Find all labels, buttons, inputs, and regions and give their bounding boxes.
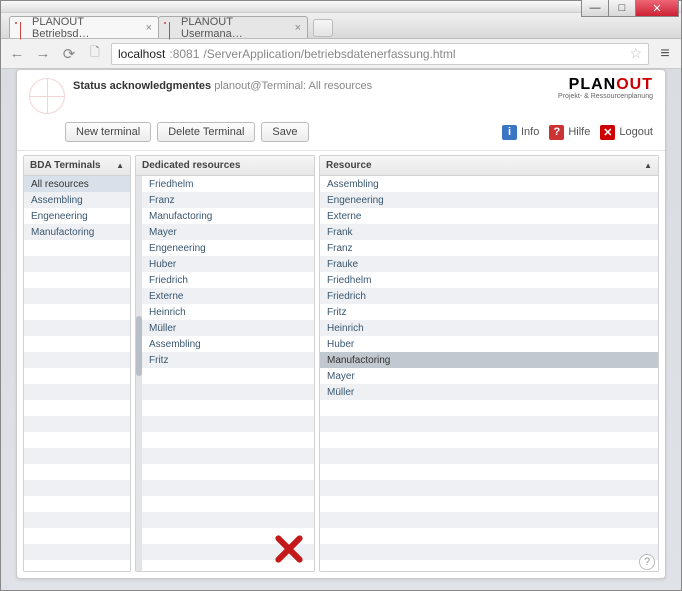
- list-item[interactable]: Müller: [142, 320, 314, 336]
- app-container: Status acknowledgmentes planout@Terminal…: [16, 69, 666, 579]
- remove-x-icon[interactable]: [272, 533, 304, 565]
- context-help-button[interactable]: ?: [639, 554, 655, 570]
- list-item[interactable]: Externe: [320, 208, 658, 224]
- list-item[interactable]: Fritz: [320, 304, 658, 320]
- list-item[interactable]: Externe: [142, 288, 314, 304]
- nav-back-button[interactable]: ←: [7, 44, 27, 64]
- logout-label: Logout: [619, 126, 653, 138]
- panel-title: BDA Terminals: [30, 160, 101, 171]
- new-tab-button[interactable]: [313, 19, 333, 37]
- url-path: /ServerApplication/betriebsdatenerfassun…: [203, 47, 455, 61]
- app-header: Status acknowledgmentes planout@Terminal…: [17, 70, 665, 118]
- favicon-icon: [15, 22, 27, 34]
- main-columns: BDA Terminals ▲ All resourcesAssemblingE…: [17, 151, 665, 578]
- list-item[interactable]: Assembling: [142, 336, 314, 352]
- panel-header-resource[interactable]: Resource ▲: [320, 156, 658, 176]
- url-host: localhost: [118, 47, 165, 61]
- brand-name-part2: OUT: [616, 76, 653, 93]
- browser-toolbar: ← → ⟳ 🗋 localhost :8081/ServerApplication…: [1, 39, 681, 69]
- list-item[interactable]: Huber: [320, 336, 658, 352]
- list-item[interactable]: Mayer: [142, 224, 314, 240]
- panel-bda-terminals: BDA Terminals ▲ All resourcesAssemblingE…: [23, 155, 131, 572]
- list-item[interactable]: Heinrich: [320, 320, 658, 336]
- panel-body-dedicated[interactable]: FriedhelmFranzManufactoringMayerEngeneer…: [136, 176, 314, 571]
- app-toolbar: New terminal Delete Terminal Save i Info…: [17, 118, 665, 151]
- page-viewport: Status acknowledgmentes planout@Terminal…: [1, 69, 681, 590]
- save-button[interactable]: Save: [261, 122, 308, 142]
- panel-resource: Resource ▲ AssemblingEngeneeringExterneF…: [319, 155, 659, 572]
- list-item[interactable]: Friedrich: [320, 288, 658, 304]
- tab-title: PLANOUT Betriebsd…: [32, 16, 136, 40]
- panel-dedicated-resources: Dedicated resources FriedhelmFranzManufa…: [135, 155, 315, 572]
- address-bar[interactable]: localhost :8081/ServerApplication/betrieb…: [111, 43, 649, 65]
- favicon-icon: [164, 22, 176, 34]
- list-item[interactable]: Engeneering: [320, 192, 658, 208]
- list-item[interactable]: Manufactoring: [142, 208, 314, 224]
- nav-forward-button[interactable]: →: [33, 44, 53, 64]
- panel-header-dedicated[interactable]: Dedicated resources: [136, 156, 314, 176]
- brand-logo: PLANOUT Projekt- & Ressourcenplanung: [558, 76, 653, 100]
- tab-close-icon[interactable]: ×: [295, 22, 301, 34]
- panel-header-bda[interactable]: BDA Terminals ▲: [24, 156, 130, 176]
- panel-body-bda[interactable]: All resourcesAssemblingEngeneeringManufa…: [24, 176, 130, 571]
- app-logo-icon: [29, 78, 65, 114]
- list-item[interactable]: All resources: [24, 176, 130, 192]
- window-minimize-button[interactable]: —: [581, 0, 609, 17]
- help-link[interactable]: ? Hilfe: [549, 125, 590, 140]
- bookmark-star-icon[interactable]: ☆: [629, 45, 642, 62]
- delete-terminal-button[interactable]: Delete Terminal: [157, 122, 255, 142]
- list-item[interactable]: Assembling: [24, 192, 130, 208]
- list-item[interactable]: Heinrich: [142, 304, 314, 320]
- browser-tab-inactive[interactable]: PLANOUT Usermana… ×: [158, 16, 308, 38]
- list-item[interactable]: Fritz: [142, 352, 314, 368]
- browser-menu-button[interactable]: ≡: [655, 44, 675, 64]
- browser-tabstrip: PLANOUT Betriebsd… × PLANOUT Usermana… ×: [1, 13, 681, 39]
- logout-link[interactable]: ✕ Logout: [600, 125, 653, 140]
- window-maximize-button[interactable]: □: [608, 0, 636, 17]
- url-port: :8081: [169, 47, 199, 61]
- list-item[interactable]: Friedrich: [142, 272, 314, 288]
- list-item[interactable]: Frauke: [320, 256, 658, 272]
- list-item[interactable]: Friedhelm: [320, 272, 658, 288]
- list-item[interactable]: Friedhelm: [142, 176, 314, 192]
- help-label: Hilfe: [568, 126, 590, 138]
- status-line: Status acknowledgmentes planout@Terminal…: [73, 80, 372, 92]
- list-item[interactable]: Müller: [320, 384, 658, 400]
- list-item[interactable]: Manufactoring: [24, 224, 130, 240]
- help-icon: ?: [549, 125, 564, 140]
- file-icon: 🗋: [85, 44, 105, 64]
- tab-close-icon[interactable]: ×: [146, 22, 152, 34]
- list-item[interactable]: Manufactoring: [320, 352, 658, 368]
- brand-tagline: Projekt- & Ressourcenplanung: [558, 93, 653, 100]
- tab-title: PLANOUT Usermana…: [181, 16, 285, 40]
- list-item[interactable]: Assembling: [320, 176, 658, 192]
- window-close-button[interactable]: ✕: [635, 0, 679, 17]
- list-item[interactable]: Engeneering: [142, 240, 314, 256]
- list-item[interactable]: Mayer: [320, 368, 658, 384]
- sort-asc-icon: ▲: [644, 161, 652, 170]
- info-icon: i: [502, 125, 517, 140]
- list-item[interactable]: Franz: [142, 192, 314, 208]
- browser-tab-active[interactable]: PLANOUT Betriebsd… ×: [9, 16, 159, 38]
- list-item[interactable]: Huber: [142, 256, 314, 272]
- window-titlebar: — □ ✕: [1, 1, 681, 13]
- list-item[interactable]: Engeneering: [24, 208, 130, 224]
- scrollbar-track[interactable]: [136, 176, 142, 571]
- status-label: Status acknowledgmentes: [73, 80, 211, 92]
- brand-name-part1: PLAN: [569, 76, 617, 93]
- info-label: Info: [521, 126, 539, 138]
- browser-window: — □ ✕ PLANOUT Betriebsd… × PLANOUT Userm…: [0, 0, 682, 591]
- info-link[interactable]: i Info: [502, 125, 539, 140]
- logout-icon: ✕: [600, 125, 615, 140]
- panel-title: Dedicated resources: [142, 160, 240, 171]
- list-item[interactable]: Frank: [320, 224, 658, 240]
- status-context: planout@Terminal: All resources: [214, 80, 372, 92]
- list-item[interactable]: Franz: [320, 240, 658, 256]
- nav-reload-button[interactable]: ⟳: [59, 44, 79, 64]
- panel-title: Resource: [326, 160, 372, 171]
- sort-asc-icon: ▲: [116, 161, 124, 170]
- panel-body-resource[interactable]: AssemblingEngeneeringExterneFrankFranzFr…: [320, 176, 658, 571]
- scrollbar-thumb[interactable]: [136, 316, 142, 376]
- new-terminal-button[interactable]: New terminal: [65, 122, 151, 142]
